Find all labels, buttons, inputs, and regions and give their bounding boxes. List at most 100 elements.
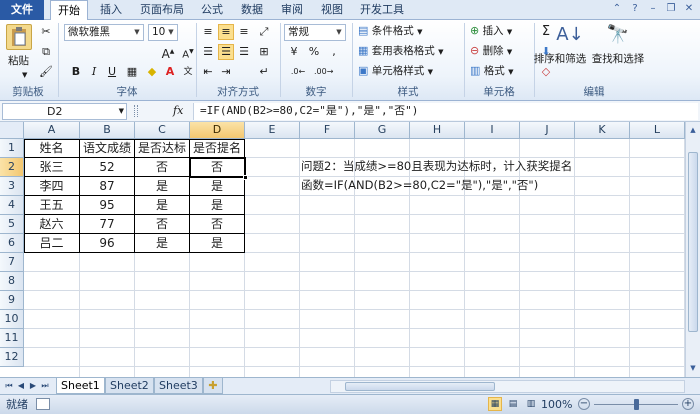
tab-view[interactable]: 视图 xyxy=(314,0,350,20)
macro-record-icon[interactable] xyxy=(36,398,50,410)
insert-function-button[interactable]: fx xyxy=(173,104,183,117)
column-header-g[interactable]: G xyxy=(355,122,410,139)
formula-input[interactable]: =IF(AND(B2>=80,C2="是"),"是","否") xyxy=(193,103,698,120)
delete-cells-button[interactable]: ⊖ 删除 ▼ xyxy=(470,44,512,59)
font-name-combo[interactable]: 微软雅黑 ▼ xyxy=(64,24,144,41)
formula-bar-grip[interactable] xyxy=(134,105,138,117)
find-select-icon[interactable]: 🔭 xyxy=(606,22,630,48)
format-as-table-button[interactable]: ▦ 套用表格格式 ▼ xyxy=(358,44,443,59)
currency-icon[interactable]: ¥ xyxy=(286,44,302,60)
cell-a5[interactable]: 赵六 xyxy=(24,215,80,234)
row-header-12[interactable]: 12 xyxy=(0,348,24,367)
sheet-tab-1[interactable]: Sheet1 xyxy=(56,378,105,394)
row-header-9[interactable]: 9 xyxy=(0,291,24,310)
percent-button[interactable]: % xyxy=(306,44,322,60)
cell-d5[interactable]: 否 xyxy=(190,215,245,234)
cell-a2[interactable]: 张三 xyxy=(24,158,80,177)
cell-a4[interactable]: 王五 xyxy=(24,196,80,215)
tab-developer[interactable]: 开发工具 xyxy=(354,0,410,20)
find-select-button[interactable]: 查找和选择 xyxy=(588,52,648,66)
paste-dropdown-icon[interactable]: ▼ xyxy=(22,68,27,82)
help-icon[interactable]: ? xyxy=(628,2,642,16)
header-cell-c1[interactable]: 是否达标 xyxy=(135,139,190,158)
scroll-down-icon[interactable]: ▼ xyxy=(686,362,700,374)
grow-font-icon[interactable]: A▲ xyxy=(160,44,176,61)
row-header-6[interactable]: 6 xyxy=(0,234,24,253)
decrease-decimal-icon[interactable]: .00→ xyxy=(314,64,333,80)
paste-icon[interactable] xyxy=(6,24,32,50)
sheet-tab-2[interactable]: Sheet2 xyxy=(105,378,154,394)
underline-button[interactable]: U xyxy=(104,64,120,80)
column-header-a[interactable]: A xyxy=(24,122,80,139)
normal-view-icon[interactable]: ▦ xyxy=(488,397,502,411)
column-header-h[interactable]: H xyxy=(410,122,465,139)
column-header-d[interactable]: D xyxy=(190,122,245,139)
tab-data[interactable]: 数据 xyxy=(234,0,270,20)
header-cell-d1[interactable]: 是否提名 xyxy=(190,139,245,158)
page-break-view-icon[interactable]: ▥ xyxy=(524,397,538,411)
fill-color-icon[interactable]: ◆ xyxy=(144,64,160,80)
cell-a6[interactable]: 吕二 xyxy=(24,234,80,253)
column-header-b[interactable]: B xyxy=(80,122,135,139)
header-cell-a1[interactable]: 姓名 xyxy=(24,139,80,158)
close-icon[interactable]: ✕ xyxy=(682,2,696,16)
paste-button[interactable]: 粘贴 xyxy=(8,54,29,68)
horizontal-scrollbar[interactable] xyxy=(330,380,685,393)
vertical-scrollbar[interactable]: ▲ ▼ xyxy=(685,122,700,377)
select-all-corner[interactable] xyxy=(0,122,24,139)
restore-icon[interactable]: ❐ xyxy=(664,2,678,16)
column-header-l[interactable]: L xyxy=(630,122,685,139)
column-header-j[interactable]: J xyxy=(520,122,575,139)
zoom-out-icon[interactable]: − xyxy=(578,398,590,410)
sort-filter-icon[interactable]: A↓ xyxy=(556,22,584,48)
column-header-i[interactable]: I xyxy=(465,122,520,139)
sheet-tab-3[interactable]: Sheet3 xyxy=(154,378,203,394)
minimize-icon[interactable]: – xyxy=(646,2,660,16)
font-size-combo[interactable]: 10 ▼ xyxy=(148,24,178,41)
bold-button[interactable]: B xyxy=(68,64,84,80)
tab-file[interactable]: 文件 xyxy=(0,0,44,20)
insert-sheet-icon[interactable]: ✚ xyxy=(203,378,223,394)
cell-c3[interactable]: 是 xyxy=(135,177,190,196)
decrease-indent-icon[interactable]: ⇤ xyxy=(200,64,216,80)
align-right-icon[interactable]: ☰ xyxy=(236,44,252,60)
row-header-3[interactable]: 3 xyxy=(0,177,24,196)
insert-cells-button[interactable]: ⊕ 插入 ▼ xyxy=(470,24,512,39)
header-cell-b1[interactable]: 语文成绩 xyxy=(80,139,135,158)
row-header-7[interactable]: 7 xyxy=(0,253,24,272)
comma-style-icon[interactable]: , xyxy=(326,44,342,60)
align-top-icon[interactable]: ≡ xyxy=(200,24,216,40)
orientation-icon[interactable]: ⤢ xyxy=(256,24,272,40)
column-header-k[interactable]: K xyxy=(575,122,630,139)
autosum-button[interactable]: Σ xyxy=(538,24,554,40)
align-middle-icon[interactable]: ≡ xyxy=(218,24,234,40)
page-layout-view-icon[interactable]: ▤ xyxy=(506,397,520,411)
copy-icon[interactable]: ⧉ xyxy=(38,44,54,60)
cell-styles-button[interactable]: ▣ 单元格样式 ▼ xyxy=(358,64,433,79)
cell-b6[interactable]: 96 xyxy=(80,234,135,253)
cell-c5[interactable]: 否 xyxy=(135,215,190,234)
font-color-icon[interactable]: A xyxy=(162,64,178,80)
tab-insert[interactable]: 插入 xyxy=(92,0,130,20)
tab-formulas[interactable]: 公式 xyxy=(194,0,230,20)
zoom-slider-thumb[interactable] xyxy=(634,399,639,410)
note-question-text[interactable]: 问题2：当成绩>=80且表现为达标时，计入获奖提名 xyxy=(301,157,572,175)
shrink-font-icon[interactable]: A▼ xyxy=(180,44,196,60)
row-header-2[interactable]: 2 xyxy=(0,158,24,177)
row-header-10[interactable]: 10 xyxy=(0,310,24,329)
row-header-8[interactable]: 8 xyxy=(0,272,24,291)
prev-sheet-icon[interactable]: ◀ xyxy=(16,380,26,392)
cell-c2[interactable]: 否 xyxy=(135,158,190,177)
increase-indent-icon[interactable]: ⇥ xyxy=(218,64,234,80)
note-function-text[interactable]: 函数=IF(AND(B2>=80,C2="是"),"是","否") xyxy=(301,176,538,194)
align-left-icon[interactable]: ☰ xyxy=(200,44,216,60)
sort-filter-button[interactable]: 排序和筛选 xyxy=(530,52,590,66)
row-header-11[interactable]: 11 xyxy=(0,329,24,348)
format-painter-icon[interactable]: 🖌 xyxy=(38,64,54,80)
column-header-c[interactable]: C xyxy=(135,122,190,139)
wrap-text-icon[interactable]: ↵ xyxy=(256,64,272,80)
tab-review[interactable]: 审阅 xyxy=(274,0,310,20)
merge-center-icon[interactable]: ⊞ xyxy=(256,44,272,60)
clear-icon[interactable]: ◇ xyxy=(538,64,554,80)
cell-c4[interactable]: 是 xyxy=(135,196,190,215)
